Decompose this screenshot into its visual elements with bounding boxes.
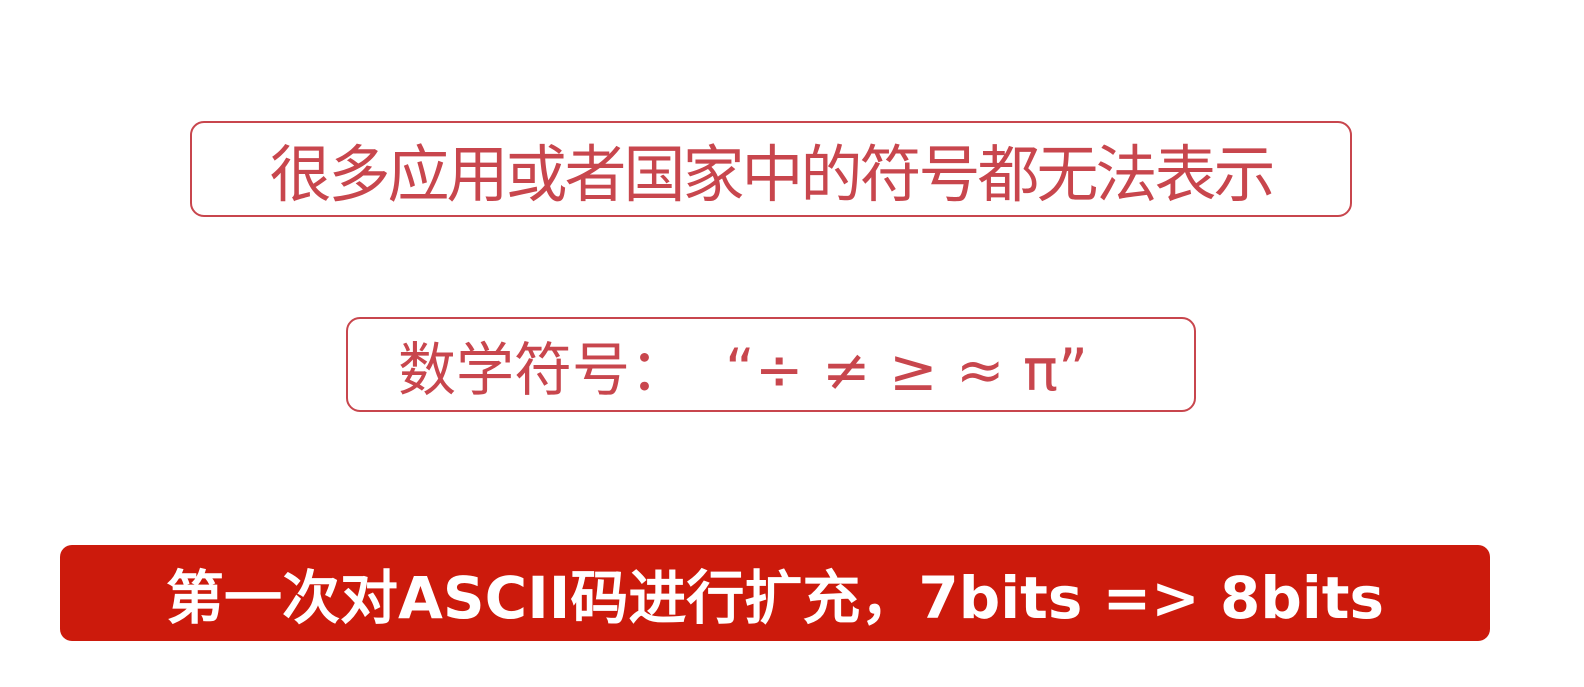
statement-text: 很多应用或者国家中的符号都无法表示 — [269, 138, 1275, 211]
statement-box: 很多应用或者国家中的符号都无法表示 — [190, 121, 1352, 217]
banner-text: 第一次对ASCII码进行扩充，7bits => 8bits — [166, 564, 1384, 632]
math-symbols-text: 数学符号： “÷ ≠ ≥ ≈ π” — [398, 335, 1089, 404]
math-symbols-box: 数学符号： “÷ ≠ ≥ ≈ π” — [346, 317, 1196, 412]
ascii-extension-banner: 第一次对ASCII码进行扩充，7bits => 8bits — [60, 545, 1490, 641]
